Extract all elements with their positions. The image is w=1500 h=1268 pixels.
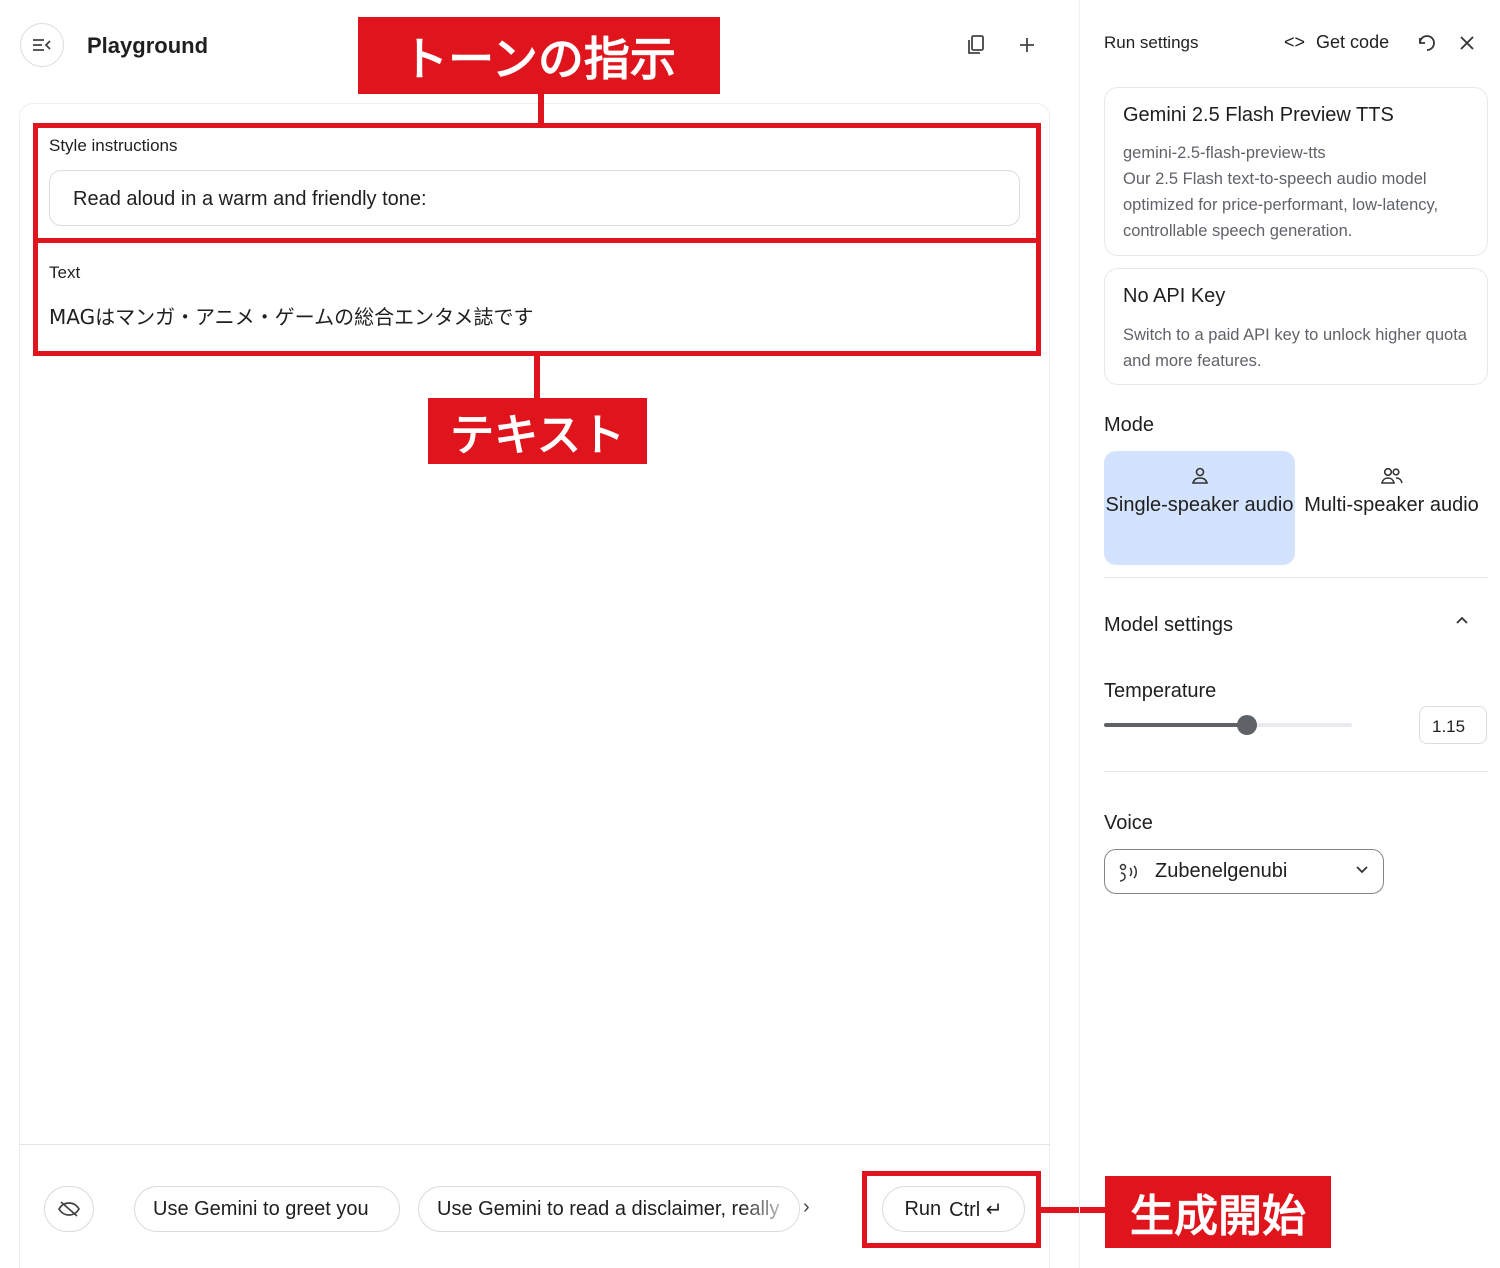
model-title: Gemini 2.5 Flash Preview TTS <box>1123 104 1394 126</box>
annotation-text-label: テキスト <box>428 398 647 464</box>
model-description: Our 2.5 Flash text-to-speech audio model… <box>1123 170 1439 240</box>
mode-single-speaker-button[interactable]: Single-speaker audio <box>1104 451 1295 565</box>
divider <box>1104 771 1488 772</box>
suggestion-chip-label: Use Gemini to greet you <box>153 1197 369 1220</box>
temperature-input[interactable]: 1.15 <box>1419 706 1487 744</box>
slider-fill <box>1104 723 1247 727</box>
suggestion-chip-greet[interactable]: Use Gemini to greet you <box>134 1186 400 1232</box>
annotation-tone-label: トーンの指示 <box>358 17 720 94</box>
mode-label: Mode <box>1104 414 1155 436</box>
model-settings-label[interactable]: Model settings <box>1104 614 1233 637</box>
annotation-connector <box>538 94 544 124</box>
copy-icon[interactable] <box>961 30 991 60</box>
page-title: Playground <box>87 33 209 58</box>
mode-multi-speaker-button[interactable]: Multi-speaker audio <box>1296 451 1487 565</box>
annotation-style-box <box>33 123 1041 243</box>
annotation-run-box <box>862 1171 1041 1248</box>
get-code-button[interactable]: <> Get code <box>1284 32 1389 53</box>
toggle-sidebar-button[interactable] <box>20 23 64 67</box>
run-settings-panel: Run settings <> Get code Gemini 2.5 Flas… <box>1079 0 1500 1268</box>
api-key-card[interactable]: No API Key Switch to a paid API key to u… <box>1104 268 1488 385</box>
annotation-text-box <box>33 238 1041 356</box>
reset-settings-icon[interactable] <box>1414 30 1440 56</box>
hide-suggestions-button[interactable] <box>44 1186 94 1232</box>
mode-single-label: Single-speaker audio <box>1105 494 1294 516</box>
api-key-title: No API Key <box>1123 285 1226 307</box>
chevron-right-icon[interactable]: › <box>803 1196 810 1219</box>
suggestion-chip-disclaimer[interactable]: Use Gemini to read a disclaimer, really <box>418 1186 800 1232</box>
annotation-connector <box>534 355 540 399</box>
close-icon[interactable] <box>1454 30 1480 56</box>
voice-label: Voice <box>1104 812 1153 834</box>
footer-divider <box>19 1144 1050 1145</box>
chevron-up-icon[interactable] <box>1454 612 1470 628</box>
new-prompt-plus-icon[interactable] <box>1012 30 1042 60</box>
voice-value: Zubenelgenubi <box>1155 860 1288 882</box>
mode-multi-label: Multi-speaker audio <box>1304 494 1479 516</box>
person-icon <box>1191 467 1208 484</box>
temperature-slider[interactable] <box>1104 715 1352 735</box>
api-key-description: Switch to a paid API key to unlock highe… <box>1123 326 1467 370</box>
divider <box>1104 577 1488 578</box>
people-icon <box>1380 467 1403 484</box>
get-code-label: Get code <box>1316 32 1390 52</box>
chevron-down-icon <box>1356 866 1368 874</box>
model-card[interactable]: Gemini 2.5 Flash Preview TTS gemini-2.5-… <box>1104 87 1488 256</box>
slider-handle[interactable] <box>1236 715 1257 735</box>
temperature-label: Temperature <box>1104 680 1217 702</box>
eye-off-icon <box>58 1201 80 1217</box>
code-icon: <> <box>1284 32 1306 52</box>
voice-select[interactable]: Zubenelgenubi <box>1104 849 1384 894</box>
voice-wave-icon <box>1119 863 1137 882</box>
run-settings-title: Run settings <box>1104 33 1199 52</box>
model-id: gemini-2.5-flash-preview-tts <box>1123 144 1326 162</box>
suggestion-chip-label: Use Gemini to read a disclaimer, really <box>437 1197 780 1220</box>
menu-collapse-icon <box>33 39 51 51</box>
